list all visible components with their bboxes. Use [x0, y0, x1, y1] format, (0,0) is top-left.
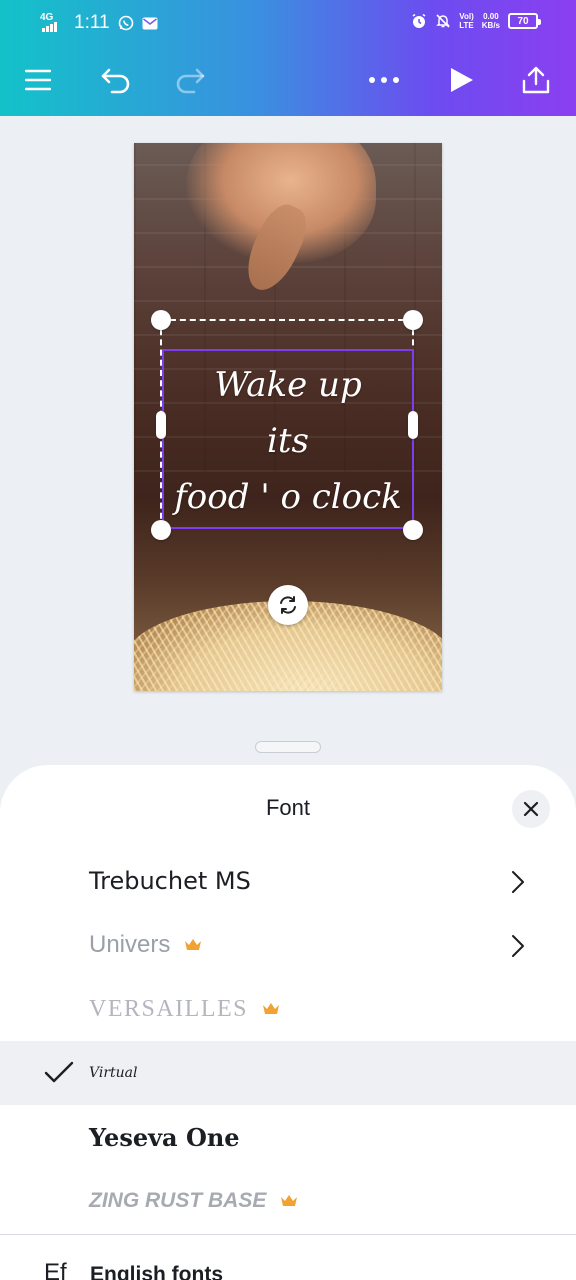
design-canvas[interactable]: Wake up its food ' o clock [134, 143, 442, 691]
resize-handle-top-left[interactable] [151, 310, 171, 330]
english-fonts-filter[interactable]: Ef English fonts [0, 1259, 576, 1280]
rotate-icon [280, 596, 296, 614]
share-icon [522, 66, 550, 94]
chevron-right-icon[interactable] [508, 869, 528, 895]
font-label: Virtual [89, 1065, 138, 1081]
play-icon [451, 68, 473, 92]
crown-icon [262, 1002, 280, 1016]
more-icon [369, 77, 399, 83]
volte-indicator: Vol) LTE [459, 12, 474, 30]
rotate-button[interactable] [268, 585, 308, 625]
font-item-zing-rust-base[interactable]: ZING RUST BASE [0, 1169, 576, 1233]
more-options-button[interactable] [364, 60, 404, 100]
font-label: Yeseva One [89, 1122, 240, 1152]
font-item-univers[interactable]: Univers [0, 913, 576, 977]
undo-icon [101, 68, 130, 94]
language-icon: Ef [44, 1259, 67, 1280]
alarm-icon [412, 13, 426, 28]
header: 4G 1:11 Vol) LTE 0.00 KB/s 70 [0, 0, 576, 116]
network-speed: 0.00 KB/s [482, 12, 500, 30]
text-line-1: Wake up [214, 365, 362, 405]
checkmark-icon [44, 1061, 74, 1083]
battery-level: 70 [517, 15, 529, 27]
battery-icon: 70 [508, 13, 541, 29]
resize-handle-left[interactable] [156, 411, 166, 439]
chevron-right-icon[interactable] [508, 933, 528, 959]
play-button[interactable] [442, 60, 482, 100]
text-element[interactable]: Wake up its food ' o clock [164, 357, 412, 525]
signal-icon [42, 22, 57, 32]
clock: 1:11 [74, 12, 110, 33]
close-icon [523, 801, 539, 817]
menu-icon [25, 69, 51, 91]
font-label: Trebuchet MS [89, 867, 251, 895]
menu-button[interactable] [18, 60, 58, 100]
crown-icon [280, 1194, 298, 1208]
editor-toolbar [0, 54, 576, 102]
font-item-trebuchet-ms[interactable]: Trebuchet MS [0, 849, 576, 913]
volte-bottom-label: LTE [459, 21, 474, 30]
network-indicator: 4G [40, 12, 66, 32]
volte-top-label: Vol) [459, 12, 474, 21]
english-fonts-label: English fonts [90, 1263, 223, 1280]
close-button[interactable] [512, 790, 550, 828]
mute-notifications-icon [436, 14, 451, 28]
undo-button[interactable] [96, 60, 136, 100]
resize-handle-bottom-left[interactable] [151, 520, 171, 540]
resize-handle-right[interactable] [408, 411, 418, 439]
sheet-drag-handle[interactable] [255, 741, 321, 753]
crown-icon [184, 938, 202, 952]
redo-button[interactable] [170, 60, 210, 100]
speed-value: 0.00 [483, 12, 499, 21]
divider [0, 1234, 576, 1235]
status-bar: 4G 1:11 Vol) LTE 0.00 KB/s 70 [0, 0, 576, 44]
font-item-versailles[interactable]: VERSAILLES [0, 977, 576, 1041]
redo-icon [176, 68, 205, 94]
panel-title: Font [265, 795, 311, 820]
mail-icon [142, 17, 158, 29]
font-label: VERSAILLES [89, 995, 248, 1022]
font-item-virtual[interactable]: Virtual [0, 1041, 576, 1105]
whatsapp-icon [118, 15, 133, 31]
speed-unit: KB/s [481, 21, 500, 30]
share-button[interactable] [516, 60, 556, 100]
font-panel: Font Trebuchet MS Univers VERSAILLES Vir… [0, 765, 576, 1280]
font-item-yeseva-one[interactable]: Yeseva One [0, 1105, 576, 1169]
font-label: Univers [89, 931, 171, 958]
resize-handle-top-right[interactable] [403, 310, 423, 330]
font-label: ZING RUST BASE [89, 1189, 267, 1212]
text-line-2: its [267, 421, 309, 461]
resize-handle-bottom-right[interactable] [403, 520, 423, 540]
text-line-3: food ' o clock [174, 477, 402, 517]
